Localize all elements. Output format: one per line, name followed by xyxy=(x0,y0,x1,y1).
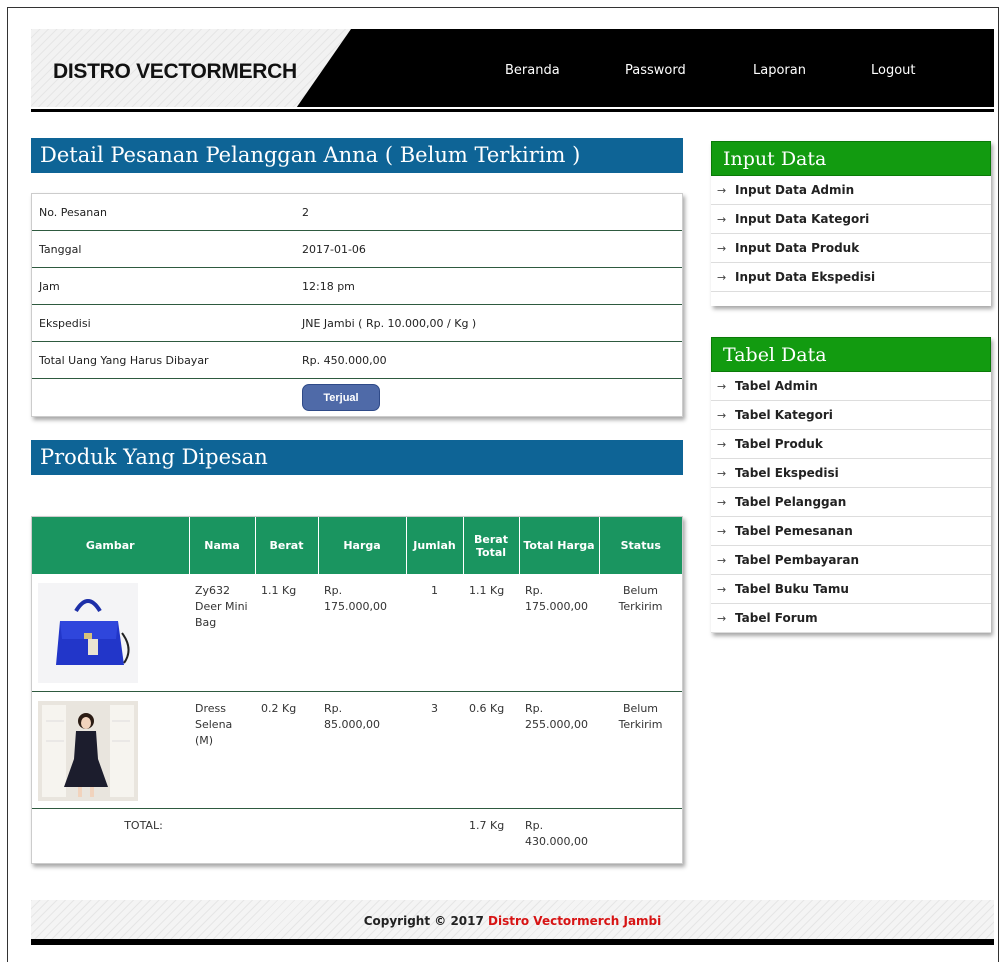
product-price: Rp. 175.000,00 xyxy=(318,574,406,692)
footer-brand: Distro Vectormerch Jambi xyxy=(488,914,662,928)
arrow-right-icon: → xyxy=(717,612,727,625)
site-header: DISTRO VECTORMERCH Beranda Password Lapo… xyxy=(31,29,994,112)
total-weight: 1.7 Kg xyxy=(469,818,505,832)
total-price: Rp. 430.000,00 xyxy=(525,818,588,848)
header-divider xyxy=(31,107,994,112)
detail-label: No. Pesanan xyxy=(39,205,107,219)
detail-value: 2017-01-06 xyxy=(302,242,366,256)
sidebar-item-tabel-pembayaran[interactable]: → Tabel Pembayaran xyxy=(711,546,991,575)
arrow-right-icon: → xyxy=(717,409,727,422)
sidebar-input-data: Input Data → Input Data Admin → Input Data… xyxy=(711,141,991,306)
product-price: Rp. 85.000,00 xyxy=(318,691,406,809)
detail-value: 2 xyxy=(302,205,309,219)
arrow-right-icon: → xyxy=(717,184,727,197)
detail-row-action: Terjual xyxy=(32,379,682,416)
arrow-right-icon: → xyxy=(717,242,727,255)
detail-value: Rp. 450.000,00 xyxy=(302,353,387,367)
site-logo[interactable]: DISTRO VECTORMERCH xyxy=(53,60,297,84)
nav-logout[interactable]: Logout xyxy=(871,63,916,78)
col-berat-total: Berat Total xyxy=(463,517,520,574)
sidebar-item-tabel-admin[interactable]: → Tabel Admin xyxy=(711,372,991,401)
col-total-harga: Total Harga xyxy=(519,517,600,574)
product-total-price: Rp. 255.000,00 xyxy=(519,691,599,809)
detail-row: Ekspedisi JNE Jambi ( Rp. 10.000,00 / Kg… xyxy=(32,305,682,342)
detail-label: Tanggal xyxy=(39,242,82,256)
nav-laporan[interactable]: Laporan xyxy=(753,63,806,78)
product-image-bag xyxy=(38,583,138,683)
ordered-products-table: Gambar Nama Berat Harga Jumlah Berat Tot… xyxy=(31,516,683,864)
footer-bar xyxy=(31,939,994,945)
detail-label: Total Uang Yang Harus Dibayar xyxy=(39,353,209,367)
arrow-right-icon: → xyxy=(717,583,727,596)
sidebar-item-tabel-pelanggan[interactable]: → Tabel Pelanggan xyxy=(711,488,991,517)
site-footer: Copyright © 2017 Distro Vectormerch Jamb… xyxy=(31,900,994,945)
arrow-right-icon: → xyxy=(717,525,727,538)
detail-title: Detail Pesanan Pelanggan Anna ( Belum Te… xyxy=(31,138,683,173)
sidebar-input-title: Input Data xyxy=(711,141,991,176)
sidebar-item-tabel-buku-tamu[interactable]: → Tabel Buku Tamu xyxy=(711,575,991,604)
product-name: Dress Selena (M) xyxy=(189,691,255,809)
product-qty: 1 xyxy=(406,574,463,692)
col-status: Status xyxy=(599,517,682,574)
product-status: Belum Terkirim xyxy=(599,691,682,809)
product-status: Belum Terkirim xyxy=(599,574,682,692)
sidebar-item-tabel-forum[interactable]: → Tabel Forum xyxy=(711,604,991,633)
col-nama: Nama xyxy=(189,517,256,574)
arrow-right-icon: → xyxy=(717,213,727,226)
products-title: Produk Yang Dipesan xyxy=(31,440,683,475)
order-detail-table: No. Pesanan 2 Tanggal 2017-01-06 Jam 12:… xyxy=(31,193,683,417)
table-row: Zy632 Deer Mini Bag 1.1 Kg Rp. 175.000,0… xyxy=(32,574,682,692)
product-name: Zy632 Deer Mini Bag xyxy=(189,574,255,692)
arrow-right-icon: → xyxy=(717,380,727,393)
product-qty: 3 xyxy=(406,691,463,809)
sidebar-tabel-title: Tabel Data xyxy=(711,337,991,372)
col-harga: Harga xyxy=(318,517,407,574)
detail-row: Total Uang Yang Harus Dibayar Rp. 450.00… xyxy=(32,342,682,379)
product-image-dress xyxy=(38,700,138,801)
arrow-right-icon: → xyxy=(717,467,727,480)
table-row: Dress Selena (M) 0.2 Kg Rp. 85.000,00 3 … xyxy=(32,691,682,809)
sidebar-item-tabel-kategori[interactable]: → Tabel Kategori xyxy=(711,401,991,430)
arrow-right-icon: → xyxy=(717,554,727,567)
detail-row: Tanggal 2017-01-06 xyxy=(32,231,682,268)
total-label: TOTAL: xyxy=(124,818,163,832)
sidebar-item-tabel-produk[interactable]: → Tabel Produk xyxy=(711,430,991,459)
sidebar-tabel-data: Tabel Data → Tabel Admin → Tabel Kategori … xyxy=(711,337,991,633)
detail-value: JNE Jambi ( Rp. 10.000,00 / Kg ) xyxy=(302,316,477,330)
detail-label: Ekspedisi xyxy=(39,316,91,330)
nav-beranda[interactable]: Beranda xyxy=(505,63,560,78)
nav-password[interactable]: Password xyxy=(625,63,686,78)
col-jumlah: Jumlah xyxy=(406,517,464,574)
total-row: TOTAL: 1.7 Kg Rp. 430.000,00 xyxy=(32,808,682,864)
arrow-right-icon: → xyxy=(717,271,727,284)
sidebar-item-input-kategori[interactable]: → Input Data Kategori xyxy=(711,205,991,234)
detail-row: No. Pesanan 2 xyxy=(32,194,682,231)
sidebar-item-tabel-pemesanan[interactable]: → Tabel Pemesanan xyxy=(711,517,991,546)
product-total-weight: 0.6 Kg xyxy=(463,691,519,809)
terjual-button[interactable]: Terjual xyxy=(302,384,380,411)
col-berat: Berat xyxy=(255,517,319,574)
arrow-right-icon: → xyxy=(717,438,727,451)
detail-value: 12:18 pm xyxy=(302,279,355,293)
detail-row: Jam 12:18 pm xyxy=(32,268,682,305)
sidebar-item-tabel-ekspedisi[interactable]: → Tabel Ekspedisi xyxy=(711,459,991,488)
arrow-right-icon: → xyxy=(717,496,727,509)
sidebar-item-input-ekspedisi[interactable]: → Input Data Ekspedisi xyxy=(711,263,991,292)
product-total-price: Rp. 175.000,00 xyxy=(519,574,599,692)
product-total-weight: 1.1 Kg xyxy=(463,574,519,692)
sidebar-item-input-produk[interactable]: → Input Data Produk xyxy=(711,234,991,263)
col-gambar: Gambar xyxy=(32,517,190,574)
copyright-text: Copyright © 2017 Distro Vectormerch Jamb… xyxy=(363,914,662,928)
sidebar-item-input-admin[interactable]: → Input Data Admin xyxy=(711,176,991,205)
product-weight: 1.1 Kg xyxy=(255,574,318,692)
product-weight: 0.2 Kg xyxy=(255,691,318,809)
detail-label: Jam xyxy=(39,279,60,293)
